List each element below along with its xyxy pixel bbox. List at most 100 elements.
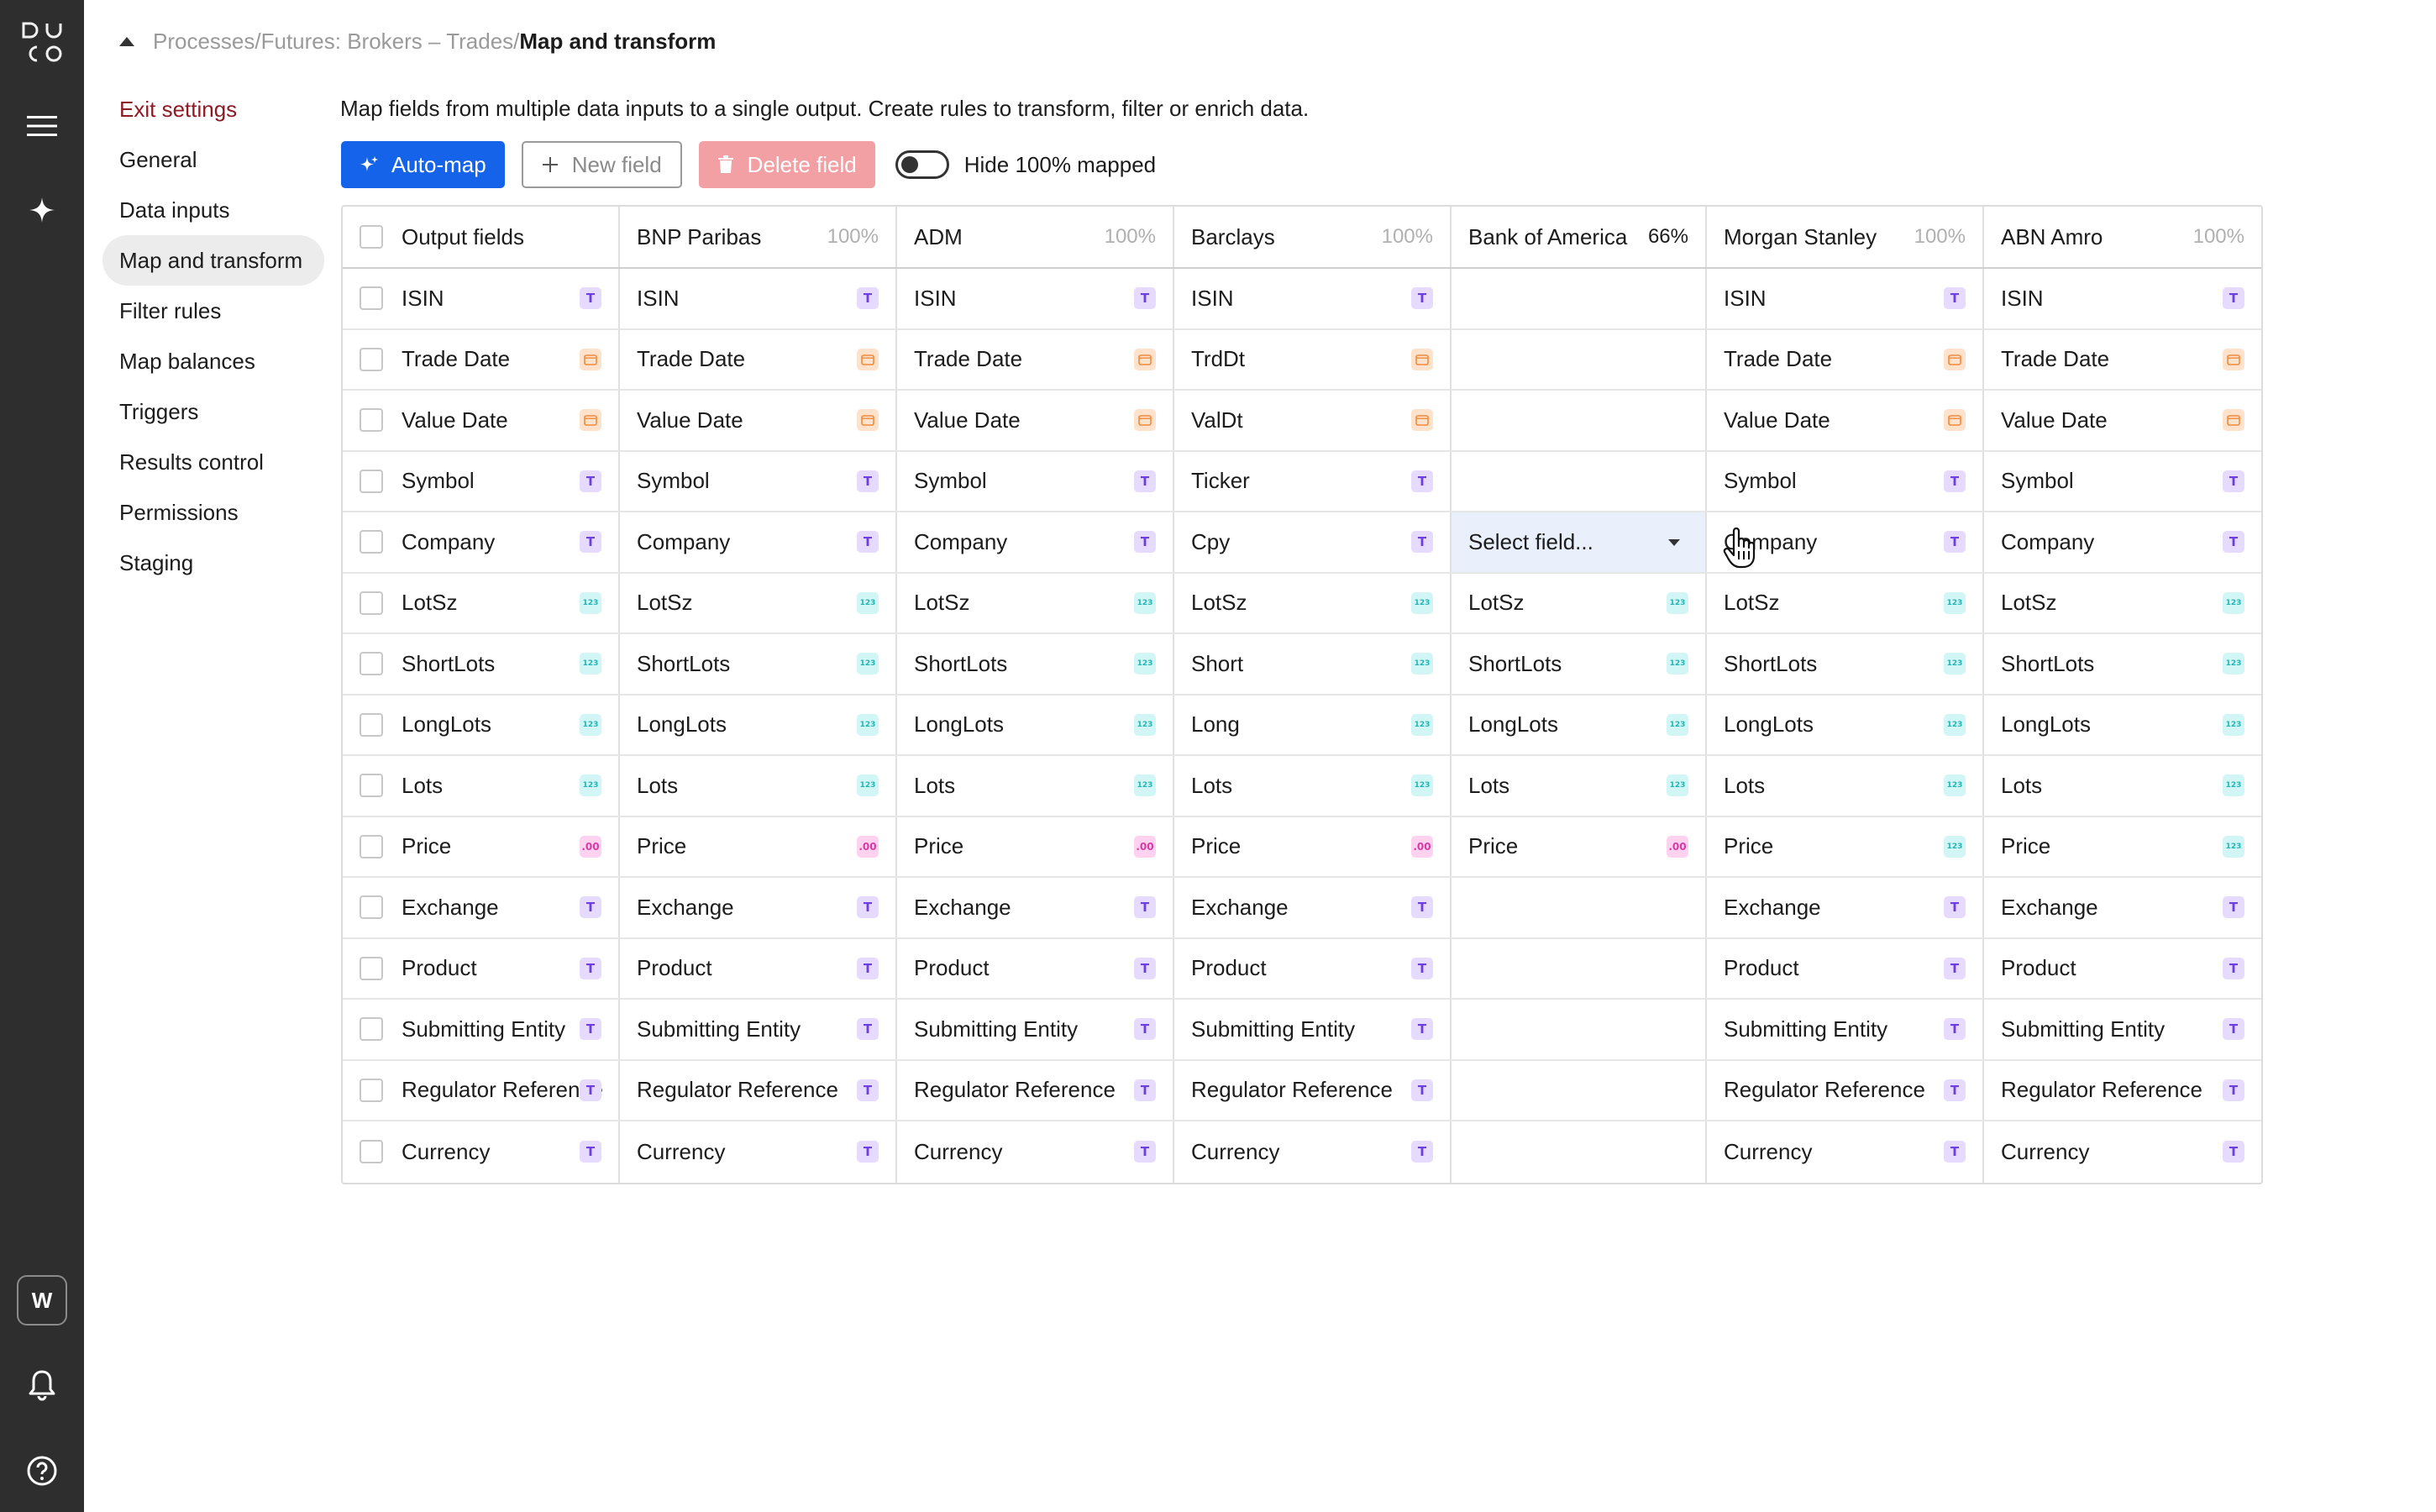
mapped-field-cell[interactable]: Trade Date	[897, 329, 1174, 389]
empty-mapping-cell[interactable]	[1452, 878, 1707, 937]
empty-mapping-cell[interactable]	[1452, 1060, 1707, 1120]
empty-mapping-cell[interactable]	[1452, 938, 1707, 998]
select-all-checkbox[interactable]	[360, 225, 383, 249]
collapse-caret-icon[interactable]	[119, 37, 134, 46]
mapped-field-cell[interactable]: Regulator Reference T	[1174, 1060, 1452, 1120]
header-source[interactable]: Barclays 100%	[1174, 207, 1452, 267]
mapped-field-cell[interactable]: Regulator Reference T	[897, 1060, 1174, 1120]
output-field-cell[interactable]: Lots 123	[343, 756, 620, 816]
mapped-field-cell[interactable]: LongLots 123	[1984, 696, 2261, 755]
mapped-field-cell[interactable]: Currency T	[1707, 1121, 1984, 1183]
row-checkbox[interactable]	[360, 712, 383, 737]
mapped-field-cell[interactable]: Price .00	[1452, 816, 1707, 876]
mapped-field-cell[interactable]: Currency T	[1984, 1121, 2261, 1183]
row-checkbox[interactable]	[360, 1078, 383, 1102]
nav-triggers[interactable]: Triggers	[102, 386, 324, 437]
mapped-field-cell[interactable]: ISIN T	[620, 269, 897, 328]
mapped-field-cell[interactable]: TrdDt	[1174, 329, 1452, 389]
mapped-field-cell[interactable]: Submitting Entity T	[1707, 1000, 1984, 1059]
new-field-button[interactable]: New field	[521, 141, 682, 188]
header-source[interactable]: ADM 100%	[897, 207, 1174, 267]
mapped-field-cell[interactable]: Currency T	[620, 1121, 897, 1183]
mapped-field-cell[interactable]: Lots 123	[1174, 756, 1452, 816]
mapped-field-cell[interactable]: ShortLots 123	[1452, 634, 1707, 694]
nav-map-balances[interactable]: Map balances	[102, 336, 324, 386]
mapped-field-cell[interactable]: Symbol T	[1984, 452, 2261, 512]
nav-data-inputs[interactable]: Data inputs	[102, 185, 324, 235]
nav-permissions[interactable]: Permissions	[102, 487, 324, 538]
row-checkbox[interactable]	[360, 652, 383, 676]
header-source[interactable]: Bank of America 66%	[1452, 207, 1707, 267]
mapped-field-cell[interactable]: Trade Date	[620, 329, 897, 389]
mapped-field-cell[interactable]: ShortLots 123	[1707, 634, 1984, 694]
mapped-field-cell[interactable]: Product T	[1707, 938, 1984, 998]
mapped-field-cell[interactable]: Submitting Entity T	[897, 1000, 1174, 1059]
empty-mapping-cell[interactable]	[1452, 329, 1707, 389]
output-field-cell[interactable]: ShortLots 123	[343, 634, 620, 694]
mapped-field-cell[interactable]: Submitting Entity T	[1174, 1000, 1452, 1059]
mapped-field-cell[interactable]: LongLots 123	[620, 695, 897, 754]
mapped-field-cell[interactable]: Regulator Reference T	[1984, 1061, 2261, 1121]
mapped-field-cell[interactable]: Value Date	[620, 391, 897, 450]
nav-staging[interactable]: Staging	[102, 538, 324, 588]
mapped-field-cell[interactable]: Exchange T	[620, 878, 897, 937]
row-checkbox[interactable]	[360, 956, 383, 980]
mapped-field-cell[interactable]: Price 123	[1984, 817, 2261, 877]
nav-map-and-transform[interactable]: Map and transform	[102, 235, 324, 286]
mapped-field-cell[interactable]: LotSz 123	[620, 573, 897, 633]
mapped-field-cell[interactable]: Regulator Reference T	[1707, 1060, 1984, 1120]
mapped-field-cell[interactable]: Value Date	[1707, 391, 1984, 450]
mapped-field-cell[interactable]: Lots 123	[1452, 756, 1707, 816]
header-source[interactable]: ABN Amro 100%	[1984, 207, 2261, 267]
output-field-cell[interactable]: Company T	[343, 512, 620, 572]
mapped-field-cell[interactable]: Currency T	[897, 1121, 1174, 1183]
row-checkbox[interactable]	[360, 408, 383, 433]
mapped-field-cell[interactable]: LotSz 123	[1984, 574, 2261, 633]
empty-mapping-cell[interactable]	[1452, 1000, 1707, 1059]
mapped-field-cell[interactable]: Product T	[897, 938, 1174, 998]
output-field-cell[interactable]: LongLots 123	[343, 695, 620, 754]
output-field-cell[interactable]: Currency T	[343, 1121, 620, 1183]
mapped-field-cell[interactable]: ShortLots 123	[897, 634, 1174, 694]
row-checkbox[interactable]	[360, 286, 383, 311]
mapped-field-cell[interactable]: Value Date	[897, 391, 1174, 450]
auto-map-button[interactable]: Auto-map	[341, 141, 505, 188]
header-source[interactable]: Morgan Stanley 100%	[1707, 207, 1984, 267]
output-field-cell[interactable]: Regulator Reference T	[343, 1060, 620, 1120]
mapped-field-cell[interactable]: LotSz 123	[897, 573, 1174, 633]
mapped-field-cell[interactable]: ShortLots 123	[1984, 634, 2261, 694]
mapped-field-cell[interactable]: Trade Date	[1707, 329, 1984, 389]
row-checkbox[interactable]	[360, 1017, 383, 1042]
mapped-field-cell[interactable]: Price .00	[1174, 816, 1452, 876]
mapped-field-cell[interactable]: Lots 123	[1984, 756, 2261, 816]
nav-general[interactable]: General	[102, 134, 324, 185]
mapped-field-cell[interactable]: ISIN T	[1707, 269, 1984, 328]
header-source[interactable]: BNP Paribas 100%	[620, 207, 897, 267]
mapped-field-cell[interactable]: Submitting Entity T	[620, 1000, 897, 1059]
mapped-field-cell[interactable]: Price 123	[1707, 816, 1984, 876]
mapped-field-cell[interactable]: ISIN T	[1984, 269, 2261, 328]
mapped-field-cell[interactable]: Company T	[620, 512, 897, 572]
mapped-field-cell[interactable]: Product T	[620, 938, 897, 998]
mapped-field-cell[interactable]: Exchange T	[1174, 878, 1452, 937]
row-checkbox[interactable]	[360, 834, 383, 858]
row-checkbox[interactable]	[360, 591, 383, 615]
mapped-field-cell[interactable]: ISIN T	[897, 269, 1174, 328]
mapped-field-cell[interactable]: Symbol T	[1707, 451, 1984, 511]
mapped-field-cell[interactable]: LotSz 123	[1452, 573, 1707, 633]
row-checkbox[interactable]	[360, 347, 383, 371]
mapped-field-cell[interactable]: Symbol T	[897, 451, 1174, 511]
row-checkbox[interactable]	[360, 469, 383, 493]
output-field-cell[interactable]: Symbol T	[343, 451, 620, 511]
nav-results-control[interactable]: Results control	[102, 437, 324, 487]
output-field-cell[interactable]: Exchange T	[343, 878, 620, 937]
row-checkbox[interactable]	[360, 895, 383, 920]
mapped-field-cell[interactable]: Ticker T	[1174, 451, 1452, 511]
delete-field-button[interactable]: Delete field	[698, 141, 875, 188]
empty-mapping-cell[interactable]	[1452, 1121, 1707, 1183]
mapped-field-cell[interactable]: LotSz 123	[1174, 573, 1452, 633]
mapped-field-cell[interactable]: Price .00	[620, 816, 897, 876]
output-field-cell[interactable]: ISIN T	[343, 269, 620, 328]
mapped-field-cell[interactable]: LongLots 123	[1707, 695, 1984, 754]
mapped-field-cell[interactable]: LongLots 123	[1452, 695, 1707, 754]
